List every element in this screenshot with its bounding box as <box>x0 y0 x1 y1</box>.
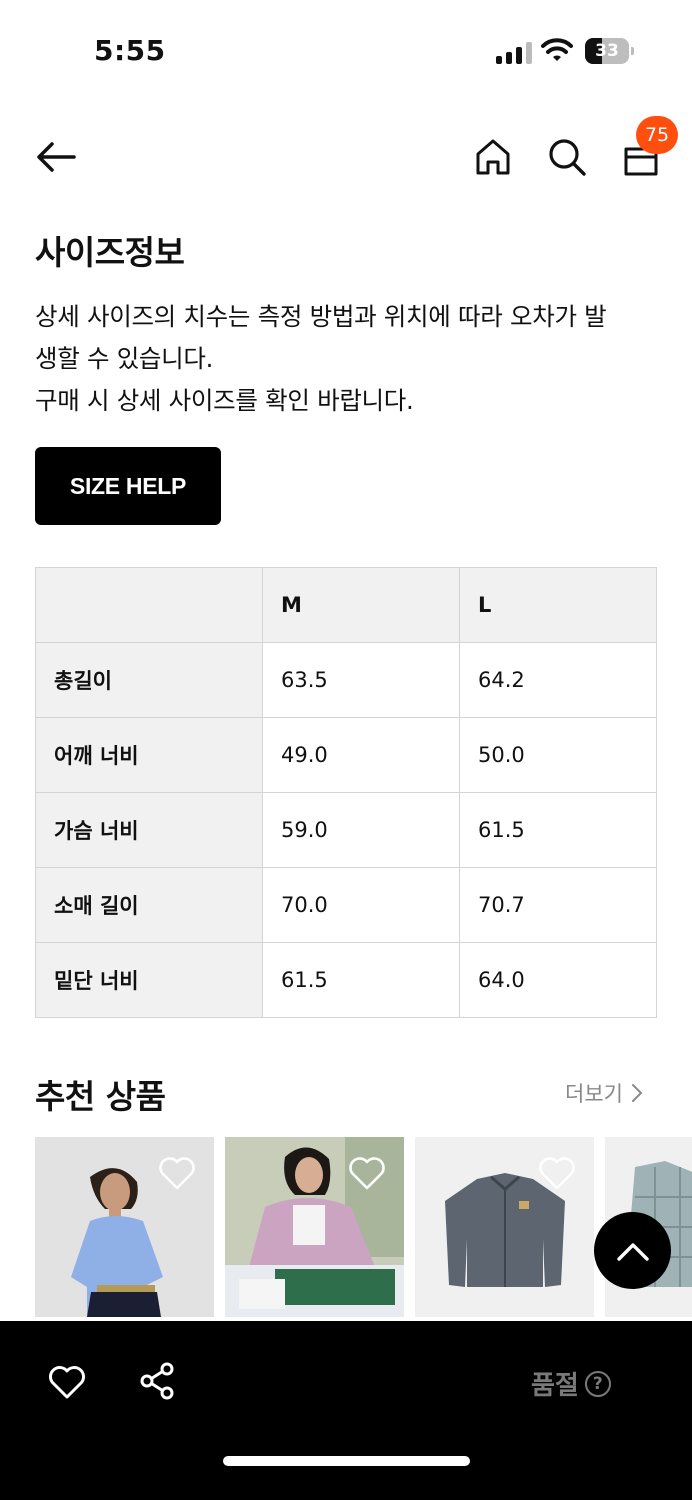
table-row: 어깨 너비 49.0 50.0 <box>35 717 657 793</box>
help-circle-icon[interactable]: ? <box>584 1370 611 1397</box>
table-cell: 63.5 <box>262 642 460 718</box>
wishlist-heart-icon[interactable] <box>158 1155 196 1191</box>
size-help-button[interactable]: SIZE HELP <box>35 447 221 525</box>
description-line: 구매 시 상세 사이즈를 확인 바랍니다. <box>35 386 414 415</box>
recommend-carousel[interactable] <box>35 1137 692 1317</box>
wishlist-heart-icon[interactable] <box>538 1155 576 1191</box>
product-card[interactable] <box>225 1137 404 1317</box>
table-cell: 50.0 <box>459 717 657 793</box>
size-table: M L 총길이 63.5 64.2 어깨 너비 49.0 50.0 가슴 너비 … <box>35 567 657 1018</box>
battery-level: 33 <box>595 41 619 61</box>
product-card[interactable] <box>35 1137 214 1317</box>
table-cell: 64.0 <box>459 942 657 1018</box>
table-cell: 59.0 <box>262 792 460 868</box>
wishlist-heart-icon[interactable] <box>348 1155 386 1191</box>
size-info-title: 사이즈정보 <box>35 233 185 272</box>
size-info-description: 상세 사이즈의 치수는 측정 방법과 위치에 따라 오차가 발 생할 수 있습니… <box>35 296 665 422</box>
cart-count-badge: 75 <box>636 116 678 154</box>
table-cell: 49.0 <box>262 717 460 793</box>
search-icon[interactable] <box>545 135 589 179</box>
wifi-icon <box>541 38 573 61</box>
chevron-right-icon <box>631 1084 643 1102</box>
table-cell: 61.5 <box>262 942 460 1018</box>
battery-icon: 33 <box>585 38 635 64</box>
description-line: 생할 수 있습니다. <box>35 344 214 373</box>
status-time: 5:55 <box>94 34 166 67</box>
soldout-label: 품절 <box>531 1371 579 1401</box>
product-card[interactable] <box>415 1137 594 1317</box>
table-cell: 70.0 <box>262 867 460 943</box>
table-header-row: M L <box>35 567 657 643</box>
soldout-status[interactable]: 품절 ? <box>531 1365 611 1402</box>
table-cell: 64.2 <box>459 642 657 718</box>
description-line: 상세 사이즈의 치수는 측정 방법과 위치에 따라 오차가 발 <box>35 302 607 331</box>
measurement-label: 밑단 너비 <box>35 942 263 1018</box>
measurement-label: 총길이 <box>35 642 263 718</box>
home-icon[interactable] <box>471 135 515 179</box>
scroll-to-top-button[interactable] <box>594 1212 671 1289</box>
table-cell: 61.5 <box>459 792 657 868</box>
table-row: 소매 길이 70.0 70.7 <box>35 867 657 943</box>
table-header-cell <box>35 567 263 643</box>
bottom-action-bar: 품절 ? <box>0 1321 692 1500</box>
measurement-label: 소매 길이 <box>35 867 263 943</box>
more-label: 더보기 <box>565 1082 623 1106</box>
share-icon[interactable] <box>138 1361 178 1401</box>
measurement-label: 가슴 너비 <box>35 792 263 868</box>
more-link[interactable]: 더보기 <box>565 1078 643 1108</box>
chevron-up-icon <box>616 1242 649 1261</box>
table-row: 가슴 너비 59.0 61.5 <box>35 792 657 868</box>
measurement-label: 어깨 너비 <box>35 717 263 793</box>
table-header-cell: L <box>459 567 657 643</box>
recommend-title: 추천 상품 <box>35 1077 166 1116</box>
top-nav <box>0 110 692 200</box>
home-indicator <box>223 1456 470 1466</box>
status-bar: 5:55 33 <box>0 0 692 100</box>
back-arrow-icon[interactable] <box>34 135 78 179</box>
like-heart-icon[interactable] <box>48 1363 86 1401</box>
table-row: 밑단 너비 61.5 64.0 <box>35 942 657 1018</box>
table-row: 총길이 63.5 64.2 <box>35 642 657 718</box>
cellular-signal-icon <box>496 42 532 64</box>
table-cell: 70.7 <box>459 867 657 943</box>
table-header-cell: M <box>262 567 460 643</box>
